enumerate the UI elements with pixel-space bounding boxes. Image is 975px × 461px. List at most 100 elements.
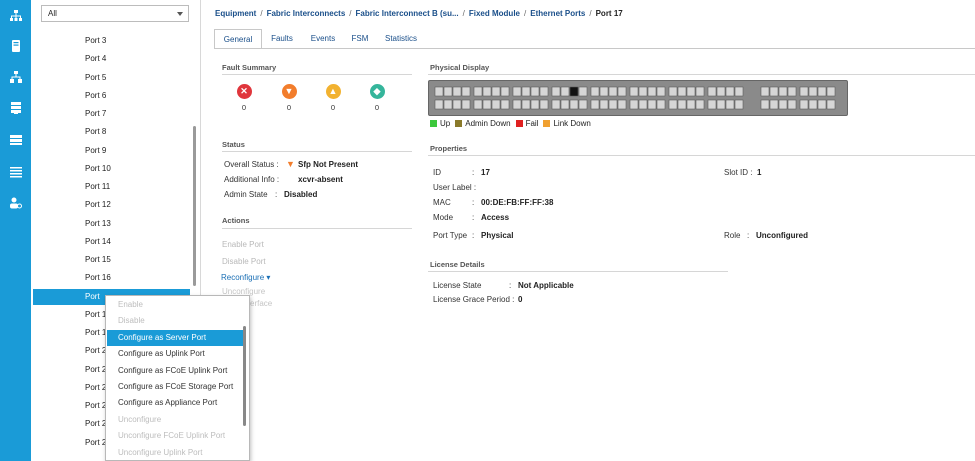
physical-port[interactable] [817, 99, 827, 110]
physical-port[interactable] [599, 99, 609, 110]
tree-port-item[interactable]: Port 3 [33, 33, 190, 49]
physical-port[interactable] [521, 99, 531, 110]
reconfigure-action[interactable]: Reconfigure ▾ [221, 273, 270, 282]
tree-port-item[interactable]: Port 10 [33, 161, 190, 177]
physical-port[interactable] [707, 99, 717, 110]
physical-port[interactable] [569, 99, 579, 110]
physical-port[interactable] [707, 86, 717, 97]
physical-port[interactable] [686, 99, 696, 110]
storage-icon[interactable] [0, 95, 31, 121]
physical-port[interactable] [578, 99, 588, 110]
physical-port[interactable] [677, 99, 687, 110]
physical-port[interactable] [799, 86, 809, 97]
physical-port[interactable] [716, 99, 726, 110]
physical-port[interactable] [826, 99, 836, 110]
physical-port[interactable] [769, 99, 779, 110]
tab-events[interactable]: Events [306, 29, 340, 49]
breadcrumb-ethernet-ports[interactable]: Ethernet Ports [530, 9, 585, 18]
physical-port[interactable] [500, 86, 510, 97]
physical-port[interactable] [608, 99, 618, 110]
physical-port[interactable] [560, 86, 570, 97]
physical-port[interactable] [482, 86, 492, 97]
list-icon[interactable] [0, 159, 31, 185]
physical-port[interactable] [539, 86, 549, 97]
physical-port[interactable] [617, 99, 627, 110]
physical-port[interactable] [443, 99, 453, 110]
physical-port[interactable] [725, 86, 735, 97]
physical-port[interactable] [716, 86, 726, 97]
physical-port[interactable] [695, 99, 705, 110]
physical-port[interactable] [808, 86, 818, 97]
physical-port[interactable] [787, 86, 797, 97]
physical-port[interactable] [434, 99, 444, 110]
menu-item-configure-as-fcoe-uplink-port[interactable]: Configure as FCoE Uplink Port [107, 363, 243, 379]
server-icon[interactable] [0, 33, 31, 59]
physical-port[interactable] [725, 99, 735, 110]
physical-port[interactable] [473, 86, 483, 97]
physical-port[interactable] [482, 99, 492, 110]
tree-port-item[interactable]: Port 11 [33, 179, 190, 195]
breadcrumb-fabric-interconnect-b[interactable]: Fabric Interconnect B (su... [356, 9, 459, 18]
physical-port[interactable] [656, 86, 666, 97]
physical-port[interactable] [578, 86, 588, 97]
physical-port[interactable] [590, 99, 600, 110]
tab-faults[interactable]: Faults [266, 29, 298, 49]
physical-port[interactable] [647, 86, 657, 97]
admin-icon[interactable] [0, 190, 31, 216]
tree-port-item[interactable]: Port 16 [33, 270, 190, 286]
fault-minor[interactable]: ▲ 0 [323, 84, 343, 112]
physical-port[interactable] [452, 86, 462, 97]
menu-scrollbar[interactable] [243, 326, 246, 426]
breadcrumb-fixed-module[interactable]: Fixed Module [469, 9, 520, 18]
fault-major[interactable]: ▼ 0 [279, 84, 299, 112]
physical-port[interactable] [629, 99, 639, 110]
physical-port[interactable] [530, 99, 540, 110]
physical-display-switch[interactable] [428, 80, 848, 116]
physical-port[interactable] [443, 86, 453, 97]
physical-port[interactable] [629, 86, 639, 97]
lan-icon[interactable] [0, 64, 31, 90]
tree-port-item[interactable]: Port 12 [33, 197, 190, 213]
physical-port[interactable] [521, 86, 531, 97]
breadcrumb-fabric-interconnects[interactable]: Fabric Interconnects [267, 9, 346, 18]
menu-item-configure-as-fcoe-storage-port[interactable]: Configure as FCoE Storage Port [107, 379, 243, 395]
tree-port-item[interactable]: Port 4 [33, 51, 190, 67]
tree-port-item[interactable]: Port 9 [33, 143, 190, 159]
physical-port[interactable] [434, 86, 444, 97]
fault-critical[interactable]: ✕ 0 [234, 84, 254, 112]
physical-port[interactable] [530, 86, 540, 97]
fault-warning[interactable]: ◆ 0 [367, 84, 387, 112]
physical-port[interactable] [668, 86, 678, 97]
physical-port[interactable] [668, 99, 678, 110]
menu-item-configure-as-server-port[interactable]: Configure as Server Port [107, 329, 243, 346]
physical-port[interactable] [599, 86, 609, 97]
physical-port[interactable] [500, 99, 510, 110]
tab-statistics[interactable]: Statistics [380, 29, 422, 49]
physical-port[interactable] [491, 99, 501, 110]
physical-port[interactable] [569, 86, 579, 97]
physical-port[interactable] [734, 99, 744, 110]
tab-fsm[interactable]: FSM [348, 29, 372, 49]
physical-port[interactable] [769, 86, 779, 97]
physical-port[interactable] [778, 99, 788, 110]
physical-port[interactable] [760, 86, 770, 97]
physical-port[interactable] [590, 86, 600, 97]
physical-port[interactable] [638, 86, 648, 97]
physical-port[interactable] [461, 99, 471, 110]
breadcrumb-equipment[interactable]: Equipment [215, 9, 256, 18]
filter-select[interactable]: All [41, 5, 189, 22]
physical-port[interactable] [539, 99, 549, 110]
physical-port[interactable] [695, 86, 705, 97]
physical-port[interactable] [617, 86, 627, 97]
tree-port-item[interactable]: Port 14 [33, 234, 190, 250]
physical-port[interactable] [734, 86, 744, 97]
physical-port[interactable] [647, 99, 657, 110]
physical-port[interactable] [799, 99, 809, 110]
physical-port[interactable] [452, 99, 462, 110]
physical-port[interactable] [686, 86, 696, 97]
tree-port-item[interactable]: Port 13 [33, 216, 190, 232]
menu-item-configure-as-appliance-port[interactable]: Configure as Appliance Port [107, 395, 243, 411]
tree-port-item[interactable]: Port 15 [33, 252, 190, 268]
physical-port[interactable] [560, 99, 570, 110]
tree-port-item[interactable]: Port 7 [33, 106, 190, 122]
